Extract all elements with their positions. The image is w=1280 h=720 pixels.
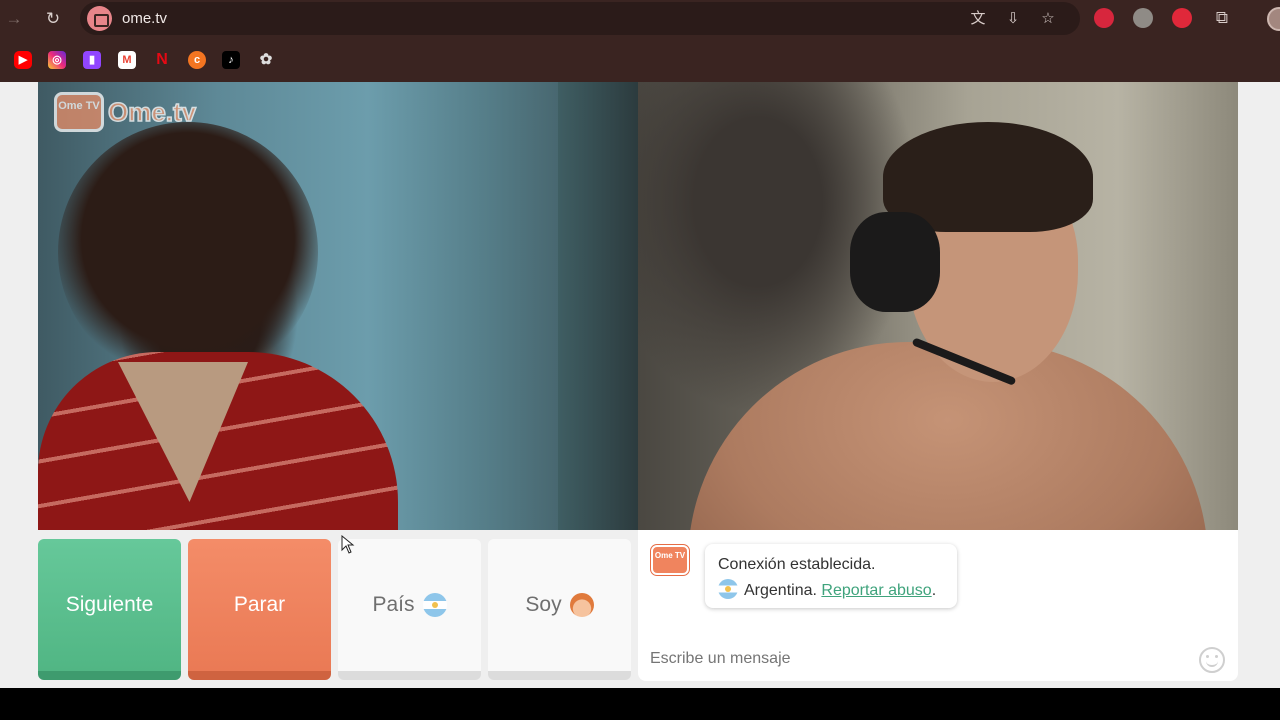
- emoji-picker-icon[interactable]: [1199, 647, 1225, 673]
- record-extension-icon[interactable]: [1094, 8, 1114, 28]
- youtube-icon[interactable]: ▶: [14, 51, 32, 69]
- country-line: Argentina. Reportar abuso.: [718, 578, 957, 604]
- stop-button-label: Parar: [233, 593, 286, 616]
- instagram-icon[interactable]: ◎: [48, 51, 66, 69]
- message-input[interactable]: [650, 650, 1170, 668]
- address-bar[interactable]: ome.tv 文 ⇩ ☆: [80, 2, 1080, 35]
- crunchyroll-icon[interactable]: c: [188, 51, 206, 69]
- forward-icon[interactable]: →: [2, 7, 26, 31]
- country-selector-button[interactable]: País: [338, 539, 481, 680]
- bookmarks-bar: ▶ ◎ ▮ M N c ♪ ✿: [0, 38, 1280, 82]
- adblock-extension-icon[interactable]: [1172, 8, 1192, 28]
- chat-panel: Ome TV Conexión establecida. Argentina. …: [638, 530, 1238, 681]
- twitch-icon[interactable]: ▮: [83, 51, 101, 69]
- page-content: Ome TV Ome.tv Siguiente Parar País Soy O…: [0, 82, 1280, 688]
- report-abuse-link[interactable]: Reportar abuso: [821, 582, 931, 599]
- ome-logo-text: Ome.tv: [107, 96, 197, 128]
- self-torso: [688, 342, 1208, 530]
- next-button[interactable]: Siguiente: [38, 539, 181, 680]
- browser-toolbar: → ↻ ome.tv 文 ⇩ ☆ ⧉: [0, 0, 1280, 38]
- country-name: Argentina.: [744, 582, 817, 599]
- ome-tv-icon: Ome TV: [54, 92, 104, 132]
- gmail-icon[interactable]: M: [118, 51, 136, 69]
- connection-status-text: Conexión establecida.: [718, 556, 876, 573]
- chatgpt-icon[interactable]: ✿: [257, 51, 275, 69]
- gender-button-label: Soy: [525, 593, 562, 616]
- mouse-cursor-icon: [341, 535, 355, 554]
- next-button-label: Siguiente: [65, 593, 154, 616]
- stranger-video: Ome TV Ome.tv: [38, 82, 638, 530]
- wall-pipe: [558, 82, 638, 530]
- puzzle-extensions-icon[interactable]: ⧉: [1211, 7, 1233, 29]
- system-message-bubble: Conexión establecida. Argentina. Reporta…: [705, 544, 957, 608]
- globe-extension-icon[interactable]: [1133, 8, 1153, 28]
- translate-icon[interactable]: 文: [967, 8, 989, 30]
- ome-chat-avatar-icon: Ome TV: [651, 545, 689, 575]
- headset-earcup: [850, 212, 940, 312]
- install-app-icon[interactable]: ⇩: [1002, 8, 1024, 30]
- boy-emoji-icon: [569, 593, 594, 617]
- self-video: [638, 82, 1238, 530]
- argentina-flag-icon: [422, 593, 447, 617]
- stranger-hair: [58, 122, 318, 382]
- reload-icon[interactable]: ↻: [41, 7, 65, 31]
- gender-selector-button[interactable]: Soy: [488, 539, 631, 680]
- bookmark-star-icon[interactable]: ☆: [1037, 8, 1059, 30]
- country-button-label: País: [372, 593, 415, 616]
- url-text[interactable]: ome.tv: [122, 10, 167, 27]
- argentina-flag-icon: [718, 579, 738, 599]
- bottom-black-bar: [0, 688, 1280, 720]
- site-info-icon[interactable]: [87, 6, 112, 31]
- ome-logo: Ome TV Ome.tv: [54, 92, 197, 132]
- netflix-icon[interactable]: N: [153, 51, 171, 69]
- profile-avatar[interactable]: [1267, 7, 1280, 31]
- stop-button[interactable]: Parar: [188, 539, 331, 680]
- tiktok-icon[interactable]: ♪: [222, 51, 240, 69]
- report-suffix: .: [931, 582, 937, 599]
